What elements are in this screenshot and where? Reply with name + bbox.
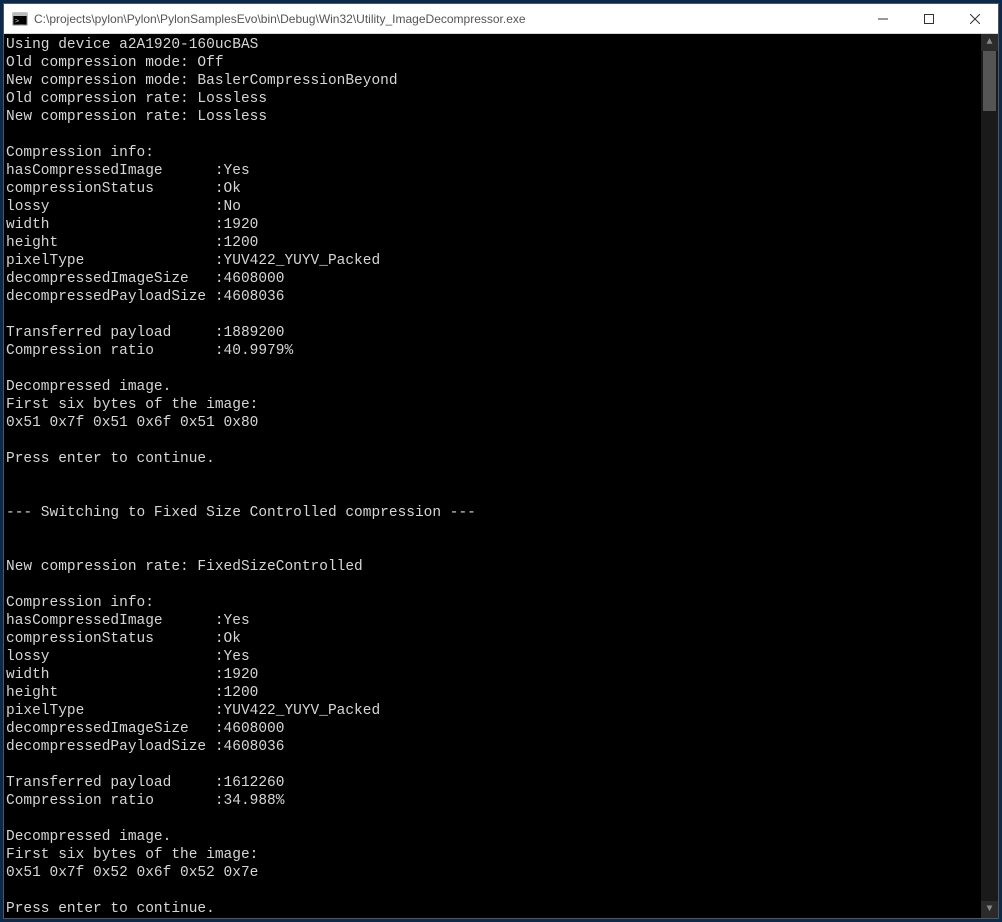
scroll-track[interactable] [981,51,998,901]
window-title: C:\projects\pylon\Pylon\PylonSamplesEvo\… [34,12,860,26]
scroll-up-arrow-icon[interactable]: ▲ [981,34,998,51]
window-controls [860,4,998,33]
scroll-thumb[interactable] [983,51,996,111]
vertical-scrollbar[interactable]: ▲ ▼ [981,34,998,918]
minimize-button[interactable] [860,4,906,33]
app-icon: >_ [12,11,28,27]
console-output: Using device a2A1920-160ucBAS Old compre… [6,37,476,918]
titlebar[interactable]: >_ C:\projects\pylon\Pylon\PylonSamplesE… [4,4,998,34]
close-button[interactable] [952,4,998,33]
scroll-down-arrow-icon[interactable]: ▼ [981,901,998,918]
console-window: >_ C:\projects\pylon\Pylon\PylonSamplesE… [3,3,999,919]
maximize-button[interactable] [906,4,952,33]
svg-text:>_: >_ [15,17,24,25]
console-client-area[interactable]: Using device a2A1920-160ucBAS Old compre… [4,34,998,918]
